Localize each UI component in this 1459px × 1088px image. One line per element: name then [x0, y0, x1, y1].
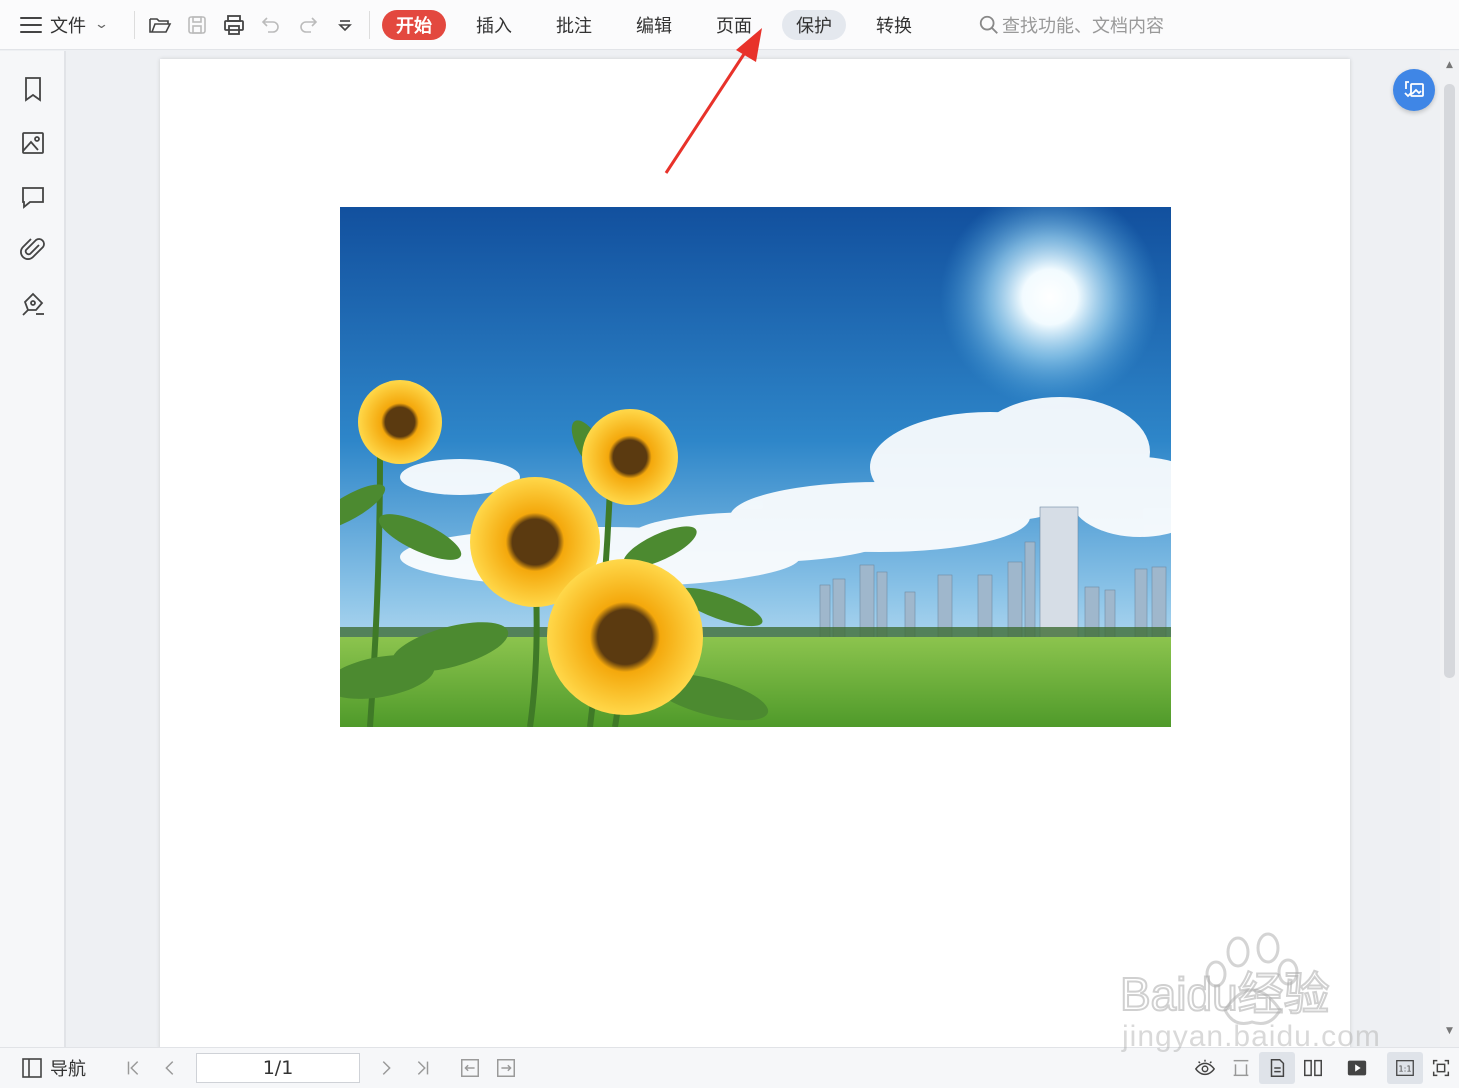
comment-icon — [22, 187, 44, 209]
bookmark-button[interactable] — [19, 75, 47, 103]
toolbar-divider — [369, 10, 370, 39]
sign-icon — [22, 292, 44, 316]
chevron-left-icon — [165, 1061, 174, 1075]
open-button[interactable] — [141, 5, 178, 45]
play-icon — [1347, 1060, 1367, 1076]
actual-size-icon: 1:1 — [1396, 1060, 1414, 1076]
attachment-icon — [20, 238, 45, 260]
redo-button[interactable] — [289, 5, 326, 45]
first-page-button[interactable] — [116, 1052, 152, 1084]
navigation-toggle[interactable]: 导航 — [20, 1055, 86, 1081]
sunflower-city-photo — [340, 207, 1171, 727]
redo-icon — [299, 16, 317, 33]
actual-size-button[interactable]: 1:1 — [1387, 1052, 1423, 1084]
file-menu-label: 文件 — [50, 15, 86, 37]
signature-button[interactable] — [19, 290, 47, 318]
fullscreen-button[interactable] — [1423, 1052, 1459, 1084]
more-dropdown-icon — [337, 19, 352, 31]
last-page-button[interactable] — [404, 1052, 440, 1084]
tab-edit[interactable]: 编辑 — [622, 10, 686, 40]
next-page-button[interactable] — [368, 1052, 404, 1084]
fullscreen-icon — [1432, 1059, 1450, 1077]
save-button[interactable] — [178, 5, 215, 45]
back-arrow-box-icon — [461, 1059, 479, 1077]
previous-page-button[interactable] — [152, 1052, 188, 1084]
bookmark-icon — [25, 77, 41, 102]
tab-convert[interactable]: 转换 — [862, 10, 926, 40]
print-button[interactable] — [215, 5, 252, 45]
chevron-down-icon: ⌄ — [93, 17, 110, 32]
document-page — [160, 59, 1350, 1049]
tab-insert[interactable]: 插入 — [462, 10, 526, 40]
watermark-url: jingyan.baidu.com — [1122, 1020, 1381, 1053]
forward-arrow-box-icon — [497, 1059, 515, 1077]
undo-button[interactable] — [252, 5, 289, 45]
tab-start[interactable]: 开始 — [382, 9, 446, 40]
comments-button[interactable] — [19, 183, 47, 211]
more-quick-actions-button[interactable] — [326, 5, 363, 45]
eye-icon — [1194, 1059, 1216, 1076]
navigation-panel-icon — [22, 1058, 42, 1078]
search-placeholder: 查找功能、文档内容 — [1002, 15, 1164, 37]
file-menu-button[interactable]: 文件 ⌄ — [0, 0, 128, 50]
attachments-button[interactable] — [19, 236, 47, 264]
folder-open-icon — [148, 17, 171, 33]
fit-width-icon — [1233, 1059, 1249, 1077]
toolbar-divider — [134, 10, 135, 39]
back-view-button[interactable] — [452, 1052, 488, 1084]
thumbnail-button[interactable] — [19, 129, 47, 157]
search-box[interactable]: 查找功能、文档内容 — [978, 12, 1164, 38]
left-sidebar — [0, 51, 66, 1047]
scrollbar-thumb[interactable] — [1444, 84, 1455, 678]
single-page-view-button[interactable] — [1259, 1052, 1295, 1084]
undo-icon — [261, 16, 279, 33]
image-convert-icon — [1404, 81, 1424, 98]
single-page-icon — [1270, 1059, 1285, 1077]
save-icon — [187, 15, 206, 34]
fit-width-button[interactable] — [1223, 1052, 1259, 1084]
scroll-down-icon[interactable]: ▼ — [1444, 1025, 1455, 1037]
double-page-view-button[interactable] — [1295, 1052, 1331, 1084]
hamburger-icon — [20, 16, 42, 33]
tab-page[interactable]: 页面 — [702, 10, 766, 40]
print-icon — [223, 14, 244, 35]
double-page-icon — [1304, 1059, 1322, 1077]
document-image — [340, 207, 1171, 727]
search-icon — [979, 15, 998, 34]
forward-view-button[interactable] — [488, 1052, 524, 1084]
image-convert-button[interactable] — [1393, 69, 1435, 111]
top-toolbar: 文件 ⌄ 开始 插入 批注 编辑 页面 保护 转换 查找功能、文档内容 — [0, 0, 1459, 50]
ribbon-tabs: 开始 插入 批注 编辑 页面 保护 转换 — [382, 0, 942, 50]
eye-protection-button[interactable] — [1187, 1052, 1223, 1084]
svg-text:1:1: 1:1 — [1398, 1064, 1411, 1074]
tab-comment[interactable]: 批注 — [542, 10, 606, 40]
last-page-icon — [417, 1061, 429, 1075]
navigation-label: 导航 — [50, 1059, 86, 1080]
chevron-right-icon — [382, 1061, 391, 1075]
scroll-up-icon[interactable]: ▲ — [1444, 59, 1455, 71]
vertical-scrollbar[interactable]: ▲ ▼ — [1440, 51, 1459, 1047]
page-number-input[interactable]: 1/1 — [196, 1053, 360, 1083]
first-page-icon — [127, 1061, 139, 1075]
slideshow-button[interactable] — [1339, 1052, 1375, 1084]
thumbnail-icon — [22, 132, 44, 154]
tab-protect[interactable]: 保护 — [782, 9, 846, 40]
